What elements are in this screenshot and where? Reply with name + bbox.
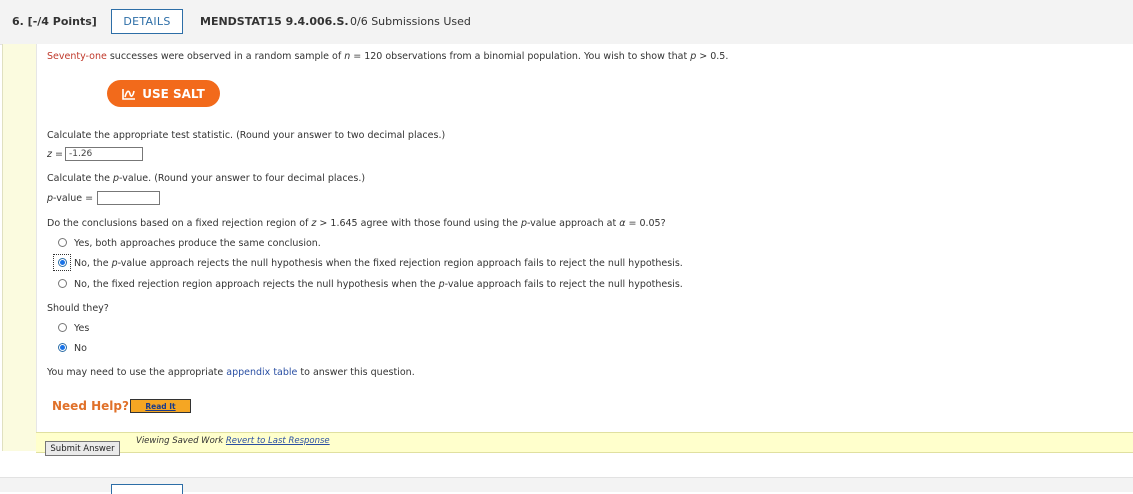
q4-yes-radio[interactable] bbox=[58, 323, 67, 332]
submissions-count: 0/6 Submissions Used bbox=[350, 15, 471, 28]
q3-prompt: Do the conclusions based on a fixed reje… bbox=[47, 218, 666, 229]
submit-answer-button[interactable]: Submit Answer bbox=[45, 441, 120, 456]
salt-icon bbox=[122, 88, 136, 100]
need-help-label: Need Help? bbox=[52, 399, 129, 413]
q3-option-2-label: No, the p-value approach rejects the nul… bbox=[74, 258, 683, 269]
test-statistic-input[interactable]: -1.26 bbox=[65, 147, 143, 161]
revert-link[interactable]: Revert to Last Response bbox=[226, 436, 330, 446]
q1-prompt: Calculate the appropriate test statistic… bbox=[47, 130, 446, 141]
viewing-saved-work: Viewing Saved Work Revert to Last Respon… bbox=[136, 436, 330, 446]
q3-option-1-radio[interactable] bbox=[58, 238, 67, 247]
appendix-table-link[interactable]: appendix table bbox=[226, 367, 297, 378]
use-salt-button[interactable]: USE SALT bbox=[107, 80, 220, 107]
q2-prompt: Calculate the p-value. (Round your answe… bbox=[47, 173, 366, 184]
q3-option-3-label: No, the fixed rejection region approach … bbox=[74, 279, 683, 290]
question-points: 6. [-/4 Points] bbox=[12, 15, 97, 28]
q2-label: p-value = bbox=[47, 193, 94, 204]
use-salt-label: USE SALT bbox=[142, 86, 205, 101]
problem-statement: Seventy-one successes were observed in a… bbox=[47, 51, 729, 62]
problem-count-red: Seventy-one bbox=[47, 51, 107, 62]
problem-code: MENDSTAT15 9.4.006.S. bbox=[200, 15, 349, 28]
q4-prompt: Should they? bbox=[47, 303, 109, 314]
read-it-button[interactable]: Read It bbox=[130, 399, 191, 413]
q3-option-2-radio[interactable] bbox=[58, 258, 67, 267]
left-margin-bar bbox=[2, 44, 37, 451]
details-button[interactable]: DETAILS bbox=[111, 9, 183, 34]
p-value-input[interactable] bbox=[97, 191, 160, 205]
q4-yes-label: Yes bbox=[74, 323, 90, 334]
q1-label: z = bbox=[47, 149, 63, 160]
question-header: 6. [-/4 Points] DETAILS MENDSTAT15 9.4.0… bbox=[0, 0, 1133, 45]
q3-option-3-radio[interactable] bbox=[58, 279, 67, 288]
q4-no-radio[interactable] bbox=[58, 343, 67, 352]
appendix-note: You may need to use the appropriate appe… bbox=[47, 367, 415, 378]
q3-option-1-label: Yes, both approaches produce the same co… bbox=[74, 238, 321, 249]
q4-no-label: No bbox=[74, 343, 87, 354]
next-details-button[interactable] bbox=[111, 484, 183, 494]
